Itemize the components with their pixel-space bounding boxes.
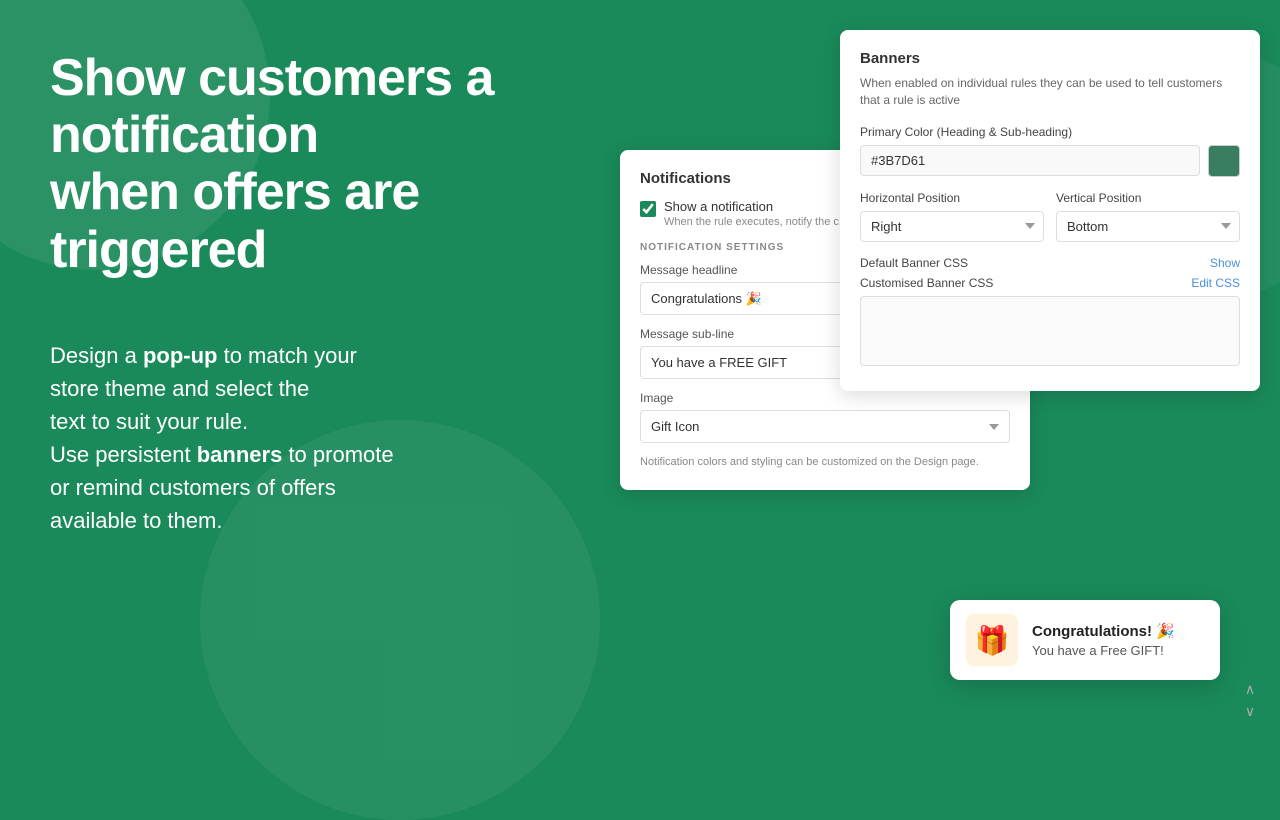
gift-icon: 🎁	[975, 624, 1010, 657]
main-headline: Show customers a notification when offer…	[50, 50, 570, 279]
image-label: Image	[640, 391, 1010, 405]
horizontal-position-select[interactable]: Left Center Right	[860, 211, 1044, 242]
horizontal-position-label: Horizontal Position	[860, 191, 1044, 205]
vertical-position-group: Vertical Position Top Center Bottom	[1056, 191, 1240, 242]
main-container: Show customers a notification when offer…	[0, 0, 1280, 720]
custom-css-row: Customised Banner CSS Edit CSS	[860, 276, 1240, 290]
primary-color-row	[860, 145, 1240, 177]
color-swatch[interactable]	[1208, 145, 1240, 177]
show-notification-label-group: Show a notification When the rule execut…	[664, 199, 848, 228]
banners-panel-description: When enabled on individual rules they ca…	[860, 75, 1240, 109]
banners-panel-title: Banners	[860, 50, 1240, 67]
popup-notification-card: 🎁 Congratulations! 🎉 You have a Free GIF…	[950, 600, 1220, 680]
primary-color-input[interactable]	[860, 145, 1200, 176]
description-text: Design a pop-up to match your store them…	[50, 339, 570, 537]
primary-color-label: Primary Color (Heading & Sub-heading)	[860, 125, 1240, 139]
custom-css-label: Customised Banner CSS	[860, 276, 993, 290]
scroll-up-indicator: ∧	[1245, 682, 1255, 696]
edit-css-link[interactable]: Edit CSS	[1191, 276, 1240, 290]
left-section: Show customers a notification when offer…	[0, 0, 620, 720]
default-css-row: Default Banner CSS Show	[860, 256, 1240, 270]
show-notification-label: Show a notification	[664, 199, 848, 214]
custom-css-textarea[interactable]	[860, 296, 1240, 366]
scroll-down-indicator: ∨	[1245, 704, 1255, 718]
popup-sub: You have a Free GIFT!	[1032, 643, 1175, 658]
vertical-position-select[interactable]: Top Center Bottom	[1056, 211, 1240, 242]
position-row: Horizontal Position Left Center Right Ve…	[860, 191, 1240, 242]
vertical-position-label: Vertical Position	[1056, 191, 1240, 205]
horizontal-position-group: Horizontal Position Left Center Right	[860, 191, 1044, 242]
banners-panel: Banners When enabled on individual rules…	[840, 30, 1260, 391]
show-notification-checkbox[interactable]	[640, 201, 656, 217]
notification-footer: Notification colors and styling can be c…	[640, 455, 1010, 470]
default-css-label: Default Banner CSS	[860, 256, 968, 270]
right-section: Banners When enabled on individual rules…	[620, 0, 1280, 720]
popup-content: Congratulations! 🎉 You have a Free GIFT!	[1032, 622, 1175, 658]
show-notification-sub: When the rule executes, notify the c...	[664, 216, 848, 228]
image-select[interactable]: None Gift Icon Star Icon Heart Icon	[640, 410, 1010, 443]
popup-icon-wrapper: 🎁	[966, 614, 1018, 666]
popup-headline: Congratulations! 🎉	[1032, 622, 1175, 640]
show-css-link[interactable]: Show	[1210, 256, 1240, 270]
